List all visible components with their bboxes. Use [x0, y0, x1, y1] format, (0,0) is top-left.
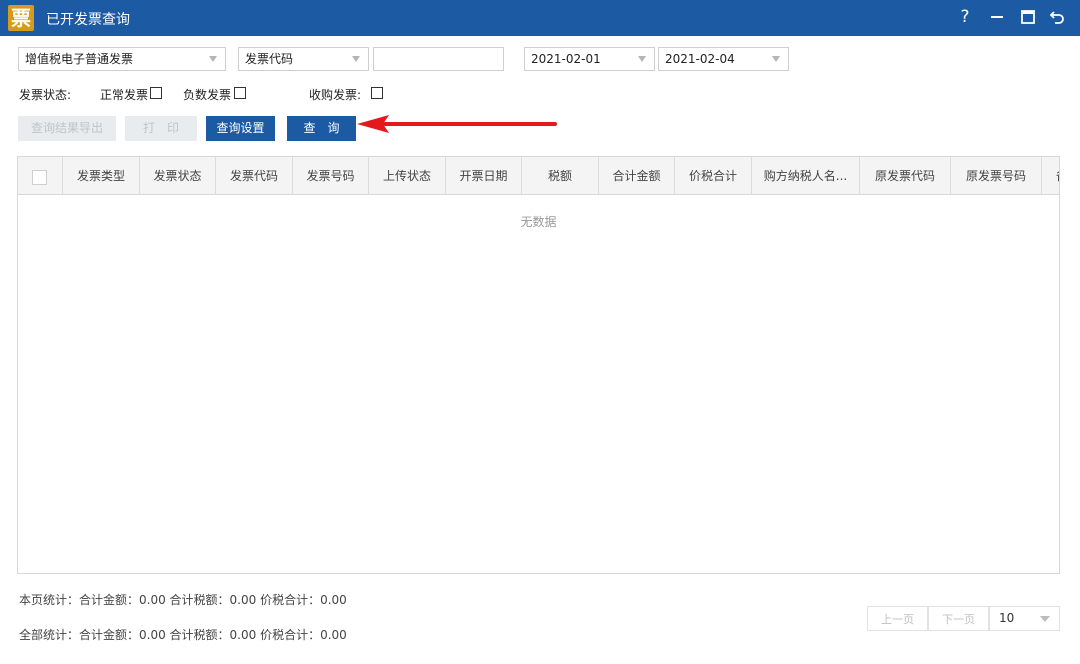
- page-size-select[interactable]: 10: [989, 606, 1060, 631]
- invoice-table: 发票类型 发票状态 发票代码 发票号码 上传状态 开票日期 税额 合计金额 价税…: [17, 156, 1060, 574]
- invoice-type-value: 增值税电子普通发票: [25, 52, 134, 66]
- negative-invoice-label: 负数发票: [183, 88, 232, 102]
- minimize-icon: [991, 16, 1003, 18]
- end-date-picker[interactable]: 2021-02-04: [658, 47, 789, 71]
- column-total-with-tax[interactable]: 价税合计: [675, 157, 752, 195]
- query-button[interactable]: 查 询: [287, 116, 356, 141]
- column-buyer-name[interactable]: 购方纳税人名...: [752, 157, 860, 195]
- column-total-amount[interactable]: 合计金额: [599, 157, 675, 195]
- search-field-select[interactable]: 发票代码: [238, 47, 369, 71]
- normal-invoice-checkbox[interactable]: [150, 87, 162, 99]
- export-results-button[interactable]: 查询结果导出: [18, 116, 116, 141]
- chevron-down-icon: [209, 56, 217, 62]
- query-settings-button[interactable]: 查询设置: [206, 116, 275, 141]
- return-icon: [1049, 11, 1064, 24]
- start-date-value: 2021-02-01: [531, 52, 601, 66]
- maximize-button[interactable]: [1017, 6, 1039, 28]
- print-button[interactable]: 打 印: [125, 116, 197, 141]
- column-original-code[interactable]: 原发票代码: [860, 157, 951, 195]
- invoice-status-label: 发票状态:: [19, 88, 72, 102]
- window-title: 已开发票查询: [46, 12, 130, 28]
- table-header: 发票类型 发票状态 发票代码 发票号码 上传状态 开票日期 税额 合计金额 价税…: [18, 157, 1059, 195]
- red-arrow-annotation: [357, 115, 557, 133]
- page-size-value: 10: [999, 611, 1015, 625]
- column-invoice-type[interactable]: 发票类型: [63, 157, 140, 195]
- column-tax-amount[interactable]: 税额: [522, 157, 599, 195]
- purchase-invoice-checkbox[interactable]: [371, 87, 383, 99]
- column-invoice-status[interactable]: 发票状态: [140, 157, 216, 195]
- normal-invoice-label: 正常发票: [100, 88, 149, 102]
- maximize-icon: [1021, 10, 1035, 24]
- next-page-button[interactable]: 下一页: [928, 606, 989, 631]
- column-invoice-number[interactable]: 发票号码: [293, 157, 369, 195]
- search-input[interactable]: [373, 47, 504, 71]
- purchase-invoice-label: 收购发票:: [309, 88, 362, 102]
- chevron-down-icon: [772, 56, 780, 62]
- chevron-down-icon: [638, 56, 646, 62]
- search-field-value: 发票代码: [245, 52, 294, 66]
- back-button[interactable]: [1046, 6, 1068, 28]
- start-date-picker[interactable]: 2021-02-01: [524, 47, 655, 71]
- app-logo-icon: 票: [8, 5, 34, 31]
- empty-state-text: 无数据: [520, 215, 557, 229]
- total-stats: 全部统计：合计金额：0.00 合计税额：0.00 价税合计：0.00: [19, 628, 347, 642]
- chevron-down-icon: [1040, 616, 1050, 622]
- prev-page-button[interactable]: 上一页: [867, 606, 928, 631]
- column-invoice-code[interactable]: 发票代码: [216, 157, 293, 195]
- title-bar: 票 已开发票查询 ?: [0, 0, 1080, 36]
- minimize-button[interactable]: [986, 6, 1008, 28]
- column-original-number[interactable]: 原发票号码: [951, 157, 1042, 195]
- end-date-value: 2021-02-04: [665, 52, 735, 66]
- select-all-checkbox[interactable]: [32, 170, 47, 185]
- negative-invoice-checkbox[interactable]: [234, 87, 246, 99]
- page-stats: 本页统计：合计金额：0.00 合计税额：0.00 价税合计：0.00: [19, 593, 347, 607]
- invoice-type-select[interactable]: 增值税电子普通发票: [18, 47, 226, 71]
- chevron-down-icon: [352, 56, 360, 62]
- column-remarks[interactable]: 备: [1042, 157, 1059, 195]
- help-button[interactable]: ?: [954, 6, 976, 28]
- column-upload-status[interactable]: 上传状态: [369, 157, 446, 195]
- select-all-cell: [18, 157, 63, 195]
- column-issue-date[interactable]: 开票日期: [446, 157, 522, 195]
